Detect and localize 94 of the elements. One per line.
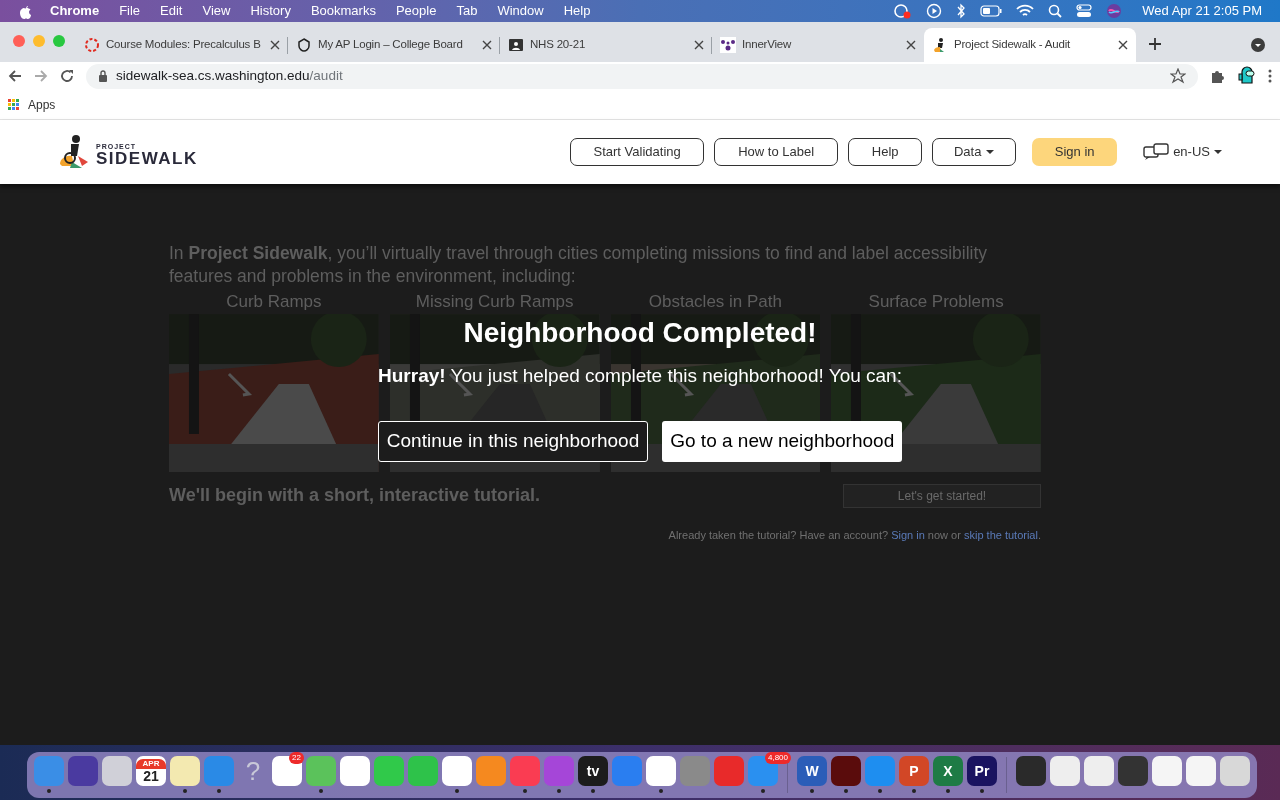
tutorial-link[interactable]: skip the tutorial <box>963 529 1038 541</box>
menu-item[interactable]: History <box>250 1 291 21</box>
app-icon[interactable] <box>102 756 132 786</box>
language-icon <box>1143 143 1170 161</box>
menu-item[interactable]: Window <box>497 1 544 21</box>
close-icon[interactable] <box>270 40 280 50</box>
forward-icon[interactable] <box>34 69 48 83</box>
app-icon[interactable] <box>170 756 200 786</box>
close-icon[interactable] <box>482 40 492 50</box>
app-icon[interactable] <box>272 756 302 786</box>
notification-badge: 22 <box>289 752 304 764</box>
caret-icon <box>986 150 995 154</box>
tutorial-link[interactable]: Sign in <box>891 529 925 541</box>
app-icon[interactable]: APR 21 <box>136 756 166 786</box>
nav-button[interactable]: Start Validating <box>570 138 705 166</box>
apps-grid-icon <box>8 98 20 111</box>
tutorial-heading: We'll begin with a short, interactive tutorial. <box>169 484 540 507</box>
modal-title: Neighborhood Completed! <box>463 318 817 348</box>
app-icon[interactable]: tv <box>578 756 608 786</box>
address-bar[interactable]: sidewalk-sea.cs.washington.edu/audit <box>86 63 1198 89</box>
app-icon[interactable]: Pr <box>967 756 997 786</box>
logo-wordmark: SIDEWALK <box>96 150 198 167</box>
tab-favicon-icon <box>508 37 524 53</box>
search-icon[interactable] <box>1048 4 1063 18</box>
menu-item[interactable]: View <box>202 1 231 21</box>
neighborhood-button[interactable]: Continue in this neighborhood <box>377 421 649 462</box>
app-icon[interactable] <box>831 756 861 786</box>
control-center-icon[interactable] <box>1076 4 1093 18</box>
wifi-icon[interactable] <box>1016 4 1035 18</box>
notification-badge: 4,800 <box>765 752 792 764</box>
app-icon[interactable] <box>1118 756 1148 786</box>
browser-tab[interactable]: Project Sidewalk - Audit <box>924 28 1136 62</box>
siri-icon[interactable] <box>1106 3 1123 19</box>
nav-button[interactable]: Help <box>848 138 923 166</box>
tutorial-note: Already taken the tutorial? Have an account? Sign in now or skip the tutorial. <box>667 528 1041 543</box>
reload-icon[interactable] <box>60 69 74 83</box>
category-label: Missing Curb Ramps <box>415 292 574 312</box>
app-icon[interactable] <box>68 756 98 786</box>
tab-search-icon[interactable] <box>1250 37 1266 53</box>
close-icon[interactable] <box>906 40 916 50</box>
category-label: Surface Problems <box>868 292 1004 312</box>
battery-icon[interactable] <box>980 5 1003 17</box>
menu-item[interactable]: File <box>119 1 141 21</box>
new-tab-icon[interactable] <box>1148 37 1162 51</box>
intro-paragraph: In Project Sidewalk, you’ll virtually travel through cities completing missions to find and label accessibility features and problems in the environment, including: <box>169 242 989 288</box>
avatar-icon[interactable] <box>1238 66 1256 86</box>
browser-tab[interactable]: Course Modules: Precalculus B <box>76 28 288 62</box>
app-icon[interactable] <box>340 756 370 786</box>
play-icon[interactable] <box>926 3 943 19</box>
app-icon[interactable] <box>1050 756 1080 786</box>
app-icon[interactable] <box>1186 756 1216 786</box>
data-menu-button[interactable]: Data <box>932 138 1017 166</box>
app-menu[interactable]: Chrome <box>50 1 100 21</box>
app-icon[interactable] <box>1220 756 1250 786</box>
category-label: Curb Ramps <box>226 292 322 312</box>
menu-clock[interactable]: Wed Apr 21 2:05 PM <box>1142 1 1262 21</box>
menu-item[interactable]: Tab <box>456 1 478 21</box>
app-icon[interactable]: W <box>797 756 827 786</box>
browser-tab[interactable]: NHS 20-21 <box>500 28 712 62</box>
app-icon[interactable] <box>1152 756 1182 786</box>
menu-item[interactable]: People <box>395 1 437 21</box>
nav-button[interactable]: How to Label <box>714 138 839 166</box>
app-icon[interactable] <box>646 756 676 786</box>
apple-icon[interactable] <box>18 3 32 19</box>
window-controls[interactable] <box>12 34 68 48</box>
app-icon[interactable] <box>1084 756 1114 786</box>
back-icon[interactable] <box>8 69 22 83</box>
more-icon[interactable] <box>1268 69 1272 83</box>
caret-icon <box>1214 150 1222 154</box>
browser-tab[interactable]: My AP Login – College Board <box>288 28 500 62</box>
browser-tab[interactable]: InnerView <box>712 28 924 62</box>
lock-icon <box>98 70 108 82</box>
close-icon[interactable] <box>1118 40 1128 50</box>
tab-favicon-icon <box>84 37 100 53</box>
tab-favicon-icon <box>720 37 736 53</box>
cloud-sync-icon[interactable] <box>892 3 913 19</box>
menu-item[interactable]: Bookmarks <box>310 1 376 21</box>
sign-in-button[interactable]: Sign in <box>1032 138 1118 166</box>
category-label: Obstacles in Path <box>648 292 782 312</box>
menu-item[interactable]: Edit <box>160 1 183 21</box>
app-icon[interactable] <box>1016 756 1046 786</box>
app-icon[interactable] <box>442 756 472 786</box>
app-icon[interactable]: X <box>933 756 963 786</box>
modal-message: Hurray! You just helped complete this neighborhood! You can: <box>378 364 902 388</box>
puzzle-icon[interactable] <box>1210 68 1226 84</box>
menu-item[interactable]: Help <box>563 1 591 21</box>
app-icon[interactable]: P <box>899 756 929 786</box>
tab-favicon-icon <box>296 37 312 53</box>
bookmark-link[interactable]: Apps <box>8 95 56 114</box>
close-icon[interactable] <box>694 40 704 50</box>
star-icon[interactable] <box>1170 68 1186 84</box>
bluetooth-icon[interactable] <box>956 3 967 19</box>
language-selector[interactable]: en-US <box>1143 142 1222 162</box>
neighborhood-button[interactable]: Go to a new neighborhood <box>662 421 903 462</box>
